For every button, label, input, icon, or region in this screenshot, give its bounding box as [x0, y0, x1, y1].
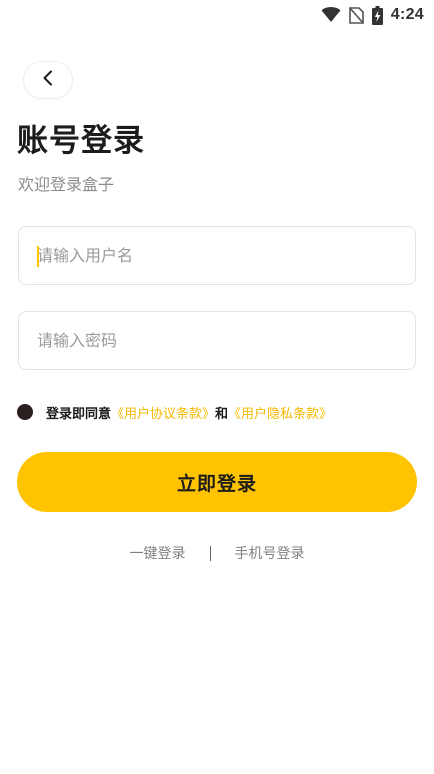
back-button[interactable]: [24, 62, 72, 98]
one-click-login-link[interactable]: 一键登录: [130, 543, 186, 563]
password-field-container: [18, 311, 416, 370]
user-agreement-link[interactable]: 《用户协议条款》: [111, 403, 215, 422]
status-icons: 4:24: [321, 4, 424, 26]
battery-charging-icon: [371, 5, 383, 25]
chevron-left-icon: [42, 70, 54, 90]
status-bar: 4:24: [0, 0, 434, 30]
username-field-container: [18, 226, 416, 285]
agreement-conjunction: 和: [215, 406, 229, 422]
agreement-row: 登录即同意 《用户协议条款》 和 《用户隐私条款》: [17, 401, 332, 423]
password-input[interactable]: [19, 312, 415, 369]
phone-login-link[interactable]: 手机号登录: [235, 543, 305, 563]
login-button[interactable]: 立即登录: [17, 452, 417, 512]
privacy-policy-link[interactable]: 《用户隐私条款》: [228, 403, 332, 422]
login-page: 4:24 账号登录 欢迎登录盒子 登录即同意 《用户协议条款》 和 《用户隐私条…: [0, 0, 434, 774]
alt-login-divider: [209, 545, 211, 561]
alt-login-row: 一键登录 手机号登录: [0, 542, 434, 564]
agreement-radio[interactable]: [17, 404, 33, 420]
agreement-prefix: 登录即同意: [46, 406, 112, 422]
text-caret: [37, 246, 39, 267]
no-sim-icon: [348, 6, 364, 24]
wifi-icon: [321, 7, 341, 23]
username-input[interactable]: [19, 227, 415, 284]
page-subtitle: 欢迎登录盒子: [18, 175, 115, 194]
status-time: 4:24: [390, 6, 424, 23]
page-title: 账号登录: [17, 123, 145, 159]
